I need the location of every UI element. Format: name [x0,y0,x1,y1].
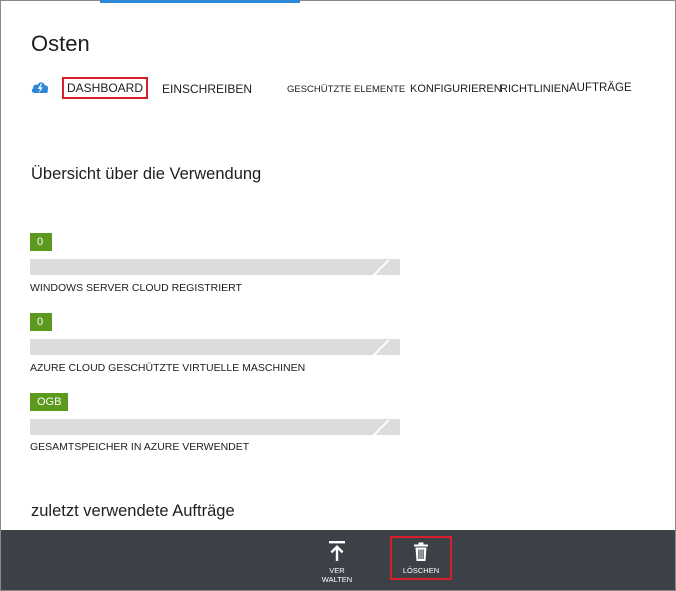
tab-einschreiben[interactable]: EINSCHREIBEN [162,82,252,96]
usage-heading: Übersicht über die Verwendung [31,165,262,183]
delete-button[interactable]: LÖSCHEN [390,536,452,580]
metric-label: WINDOWS SERVER CLOUD REGISTRIERT [30,282,242,294]
cloud-lightning-icon [30,79,50,95]
recent-jobs-heading: zuletzt verwendete Aufträge [31,502,235,520]
metric-value-badge: OGB [30,393,69,411]
metric-usage-bar [30,259,400,275]
metric-label: AZURE CLOUD GESCHÜTZTE VIRTUELLE MASCHIN… [30,362,306,374]
delete-label: LÖSCHEN [402,566,440,575]
top-accent-strip [100,0,300,3]
metric-label: GESAMTSPEICHER IN AZURE VERWENDET [30,441,250,453]
tab-auftraege[interactable]: AUFTRÄGE [569,82,632,94]
manage-label-line2: WALTEN [321,575,353,584]
metric-usage-bar [30,339,400,355]
metric-usage-bar [30,419,400,435]
metric-value-badge: 0 [30,313,52,331]
trash-icon [392,542,450,562]
upload-arrow-icon [317,540,357,562]
tab-konfigurieren[interactable]: KONFIGURIEREN [410,83,502,95]
tab-dashboard[interactable]: DASHBOARD [62,77,149,99]
manage-button[interactable]: VER WALTEN [317,540,357,584]
page-title: Osten [31,31,90,56]
tab-richtlinien[interactable]: RICHTLINIEN [500,83,569,95]
tab-geschuetzte-elemente[interactable]: GESCHÜTZTE ELEMENTE [287,84,405,95]
manage-label-line1: VER [329,566,345,575]
metric-value-badge: 0 [30,233,52,251]
